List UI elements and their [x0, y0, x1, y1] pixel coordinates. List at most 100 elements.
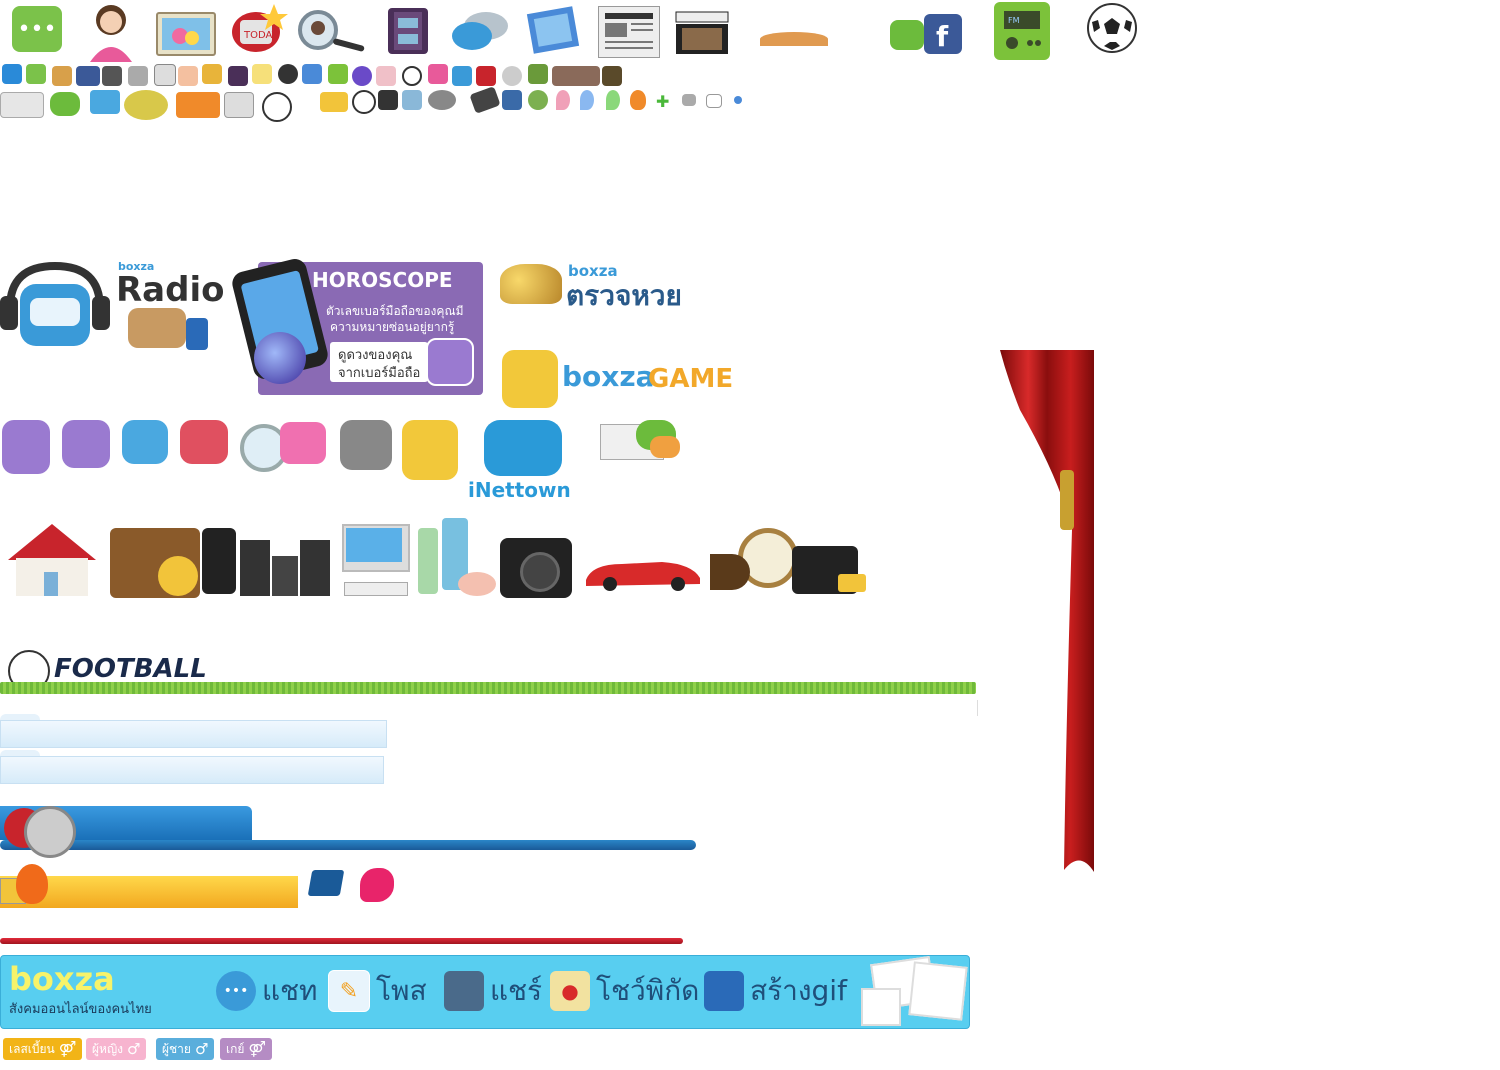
- film-clap-mini-icon[interactable]: [307, 870, 345, 896]
- briefcase-icon[interactable]: [792, 538, 868, 598]
- dot-icon[interactable]: [734, 96, 742, 104]
- filter-lesbian[interactable]: เลสเบี้ยน ⚤: [3, 1038, 83, 1060]
- plus-icon[interactable]: ✚: [656, 92, 669, 111]
- film-small-icon[interactable]: [102, 66, 122, 86]
- boxza-b-icon[interactable]: [2, 64, 22, 84]
- boxza-mini-robot-icon[interactable]: [90, 90, 120, 114]
- frame-small-icon[interactable]: [302, 64, 322, 84]
- search-people-icon[interactable]: [296, 8, 370, 54]
- sms-small-icon[interactable]: [26, 64, 46, 84]
- users-icon[interactable]: [502, 90, 522, 110]
- couple-small-icon[interactable]: [178, 66, 198, 86]
- computer-icon[interactable]: [402, 90, 422, 110]
- envelope-small-icon[interactable]: [376, 66, 396, 86]
- news-star-mini-icon[interactable]: [320, 92, 348, 112]
- pin-pink-icon[interactable]: [556, 90, 570, 110]
- alien-icon[interactable]: [528, 90, 548, 110]
- electronics-icon[interactable]: [202, 526, 338, 598]
- robot-movie-icon[interactable]: [340, 420, 392, 470]
- shop-small-icon[interactable]: [52, 66, 72, 86]
- film-diag-icon[interactable]: [469, 86, 501, 114]
- boxza-logo[interactable]: boxza: [9, 960, 115, 998]
- tv-small-icon[interactable]: [476, 66, 496, 86]
- tv-today-icon[interactable]: TODAY: [228, 2, 290, 58]
- chat-bubbles-icon[interactable]: [450, 8, 510, 54]
- robot-photos-icon[interactable]: [2, 420, 50, 474]
- news-paper-icon[interactable]: [224, 92, 254, 118]
- ball-mini-2-icon[interactable]: [352, 90, 376, 114]
- nav-share[interactable]: แชร์: [444, 968, 542, 1014]
- chat-pair-icon[interactable]: [50, 92, 80, 116]
- news-fire-icon[interactable]: [176, 92, 220, 118]
- ball-small-icon[interactable]: [402, 66, 422, 86]
- gamepad-icon[interactable]: [378, 90, 398, 110]
- woman-avatar-icon[interactable]: [86, 0, 136, 62]
- news-star-icon[interactable]: [0, 92, 44, 118]
- reel-icon[interactable]: [124, 90, 168, 120]
- pin-green-icon[interactable]: [606, 90, 620, 110]
- stack-small-icon[interactable]: [528, 64, 548, 84]
- person-small-icon[interactable]: [428, 64, 448, 84]
- filter-women[interactable]: ผู้หญิง ♂: [86, 1038, 147, 1060]
- robot-yellow-icon[interactable]: [402, 420, 458, 480]
- magnifier-robot-icon[interactable]: [240, 420, 330, 472]
- camera-icon[interactable]: [500, 538, 572, 598]
- radio-small-icon[interactable]: [328, 64, 348, 84]
- robot-chat-icon[interactable]: [180, 420, 228, 464]
- reel-mini-icon[interactable]: [428, 90, 456, 110]
- facebook-small-icon[interactable]: [76, 66, 100, 86]
- nav-post[interactable]: ✎ โพส: [328, 968, 427, 1014]
- chat-small-icon[interactable]: [452, 66, 472, 86]
- fm-radio-icon[interactable]: FM: [994, 2, 1050, 60]
- sms-icon[interactable]: •••: [12, 6, 62, 52]
- content-tab-1[interactable]: [0, 714, 387, 748]
- orange-glow-decor: [760, 32, 828, 46]
- horoscope-cta-box[interactable]: ดูดวงของคุณ จากเบอร์มือถือ: [330, 342, 428, 382]
- house-icon[interactable]: [0, 520, 104, 600]
- filter-gay[interactable]: เกย์ ⚤: [220, 1038, 273, 1060]
- photos-icon[interactable]: [156, 12, 216, 56]
- robot-film-icon[interactable]: [62, 420, 110, 468]
- picture-frame-icon[interactable]: [526, 4, 586, 58]
- game-title: GAME: [648, 364, 734, 394]
- cosmetics-icon[interactable]: [414, 516, 498, 600]
- clapperboard-icon[interactable]: [674, 6, 730, 56]
- pin-blue-icon[interactable]: [580, 90, 594, 110]
- nav-show-location[interactable]: ● โชว์พิกัด: [550, 968, 699, 1014]
- robot-money-icon[interactable]: [122, 420, 168, 464]
- cd-small-icon[interactable]: [502, 66, 522, 86]
- grass-strip: [0, 682, 976, 694]
- sign-small-icon[interactable]: [154, 64, 176, 86]
- antiques-icon[interactable]: [710, 520, 798, 596]
- printer-small-icon[interactable]: [128, 66, 148, 86]
- filmstrip-small-icon[interactable]: [228, 66, 248, 86]
- thumb-icon[interactable]: [682, 94, 696, 106]
- svg-text:FM: FM: [1008, 16, 1020, 25]
- coins-small-icon[interactable]: [202, 64, 222, 84]
- ball-mini-icon[interactable]: [262, 92, 292, 122]
- radio-banner[interactable]: boxza Radio: [0, 258, 224, 358]
- lottery-banner[interactable]: boxza ตรวจหวย: [500, 260, 700, 312]
- fire-mini-icon[interactable]: [630, 90, 646, 110]
- inettown-logo[interactable]: iNettown: [468, 420, 580, 502]
- computer-desktop-icon[interactable]: [340, 524, 410, 596]
- filter-men[interactable]: ผู้ชาย ♂: [156, 1038, 215, 1060]
- content-tab-2[interactable]: [0, 750, 384, 784]
- red-car-icon[interactable]: [582, 556, 704, 592]
- note-small-icon[interactable]: [252, 64, 272, 84]
- group-small-icon[interactable]: [552, 66, 600, 86]
- nav-chat[interactable]: ••• แชท: [216, 968, 318, 1014]
- speech-mini-icon[interactable]: [706, 94, 722, 108]
- planet-small-icon[interactable]: [352, 66, 372, 86]
- horoscope-banner[interactable]: HOROSCOPE ตัวเลขเบอร์มือถือของคุณมี ความ…: [229, 256, 483, 395]
- game-banner[interactable]: boxza GAME: [500, 348, 736, 412]
- soccer-ball-icon[interactable]: [1086, 2, 1138, 54]
- pink-silhouette-icon[interactable]: [360, 868, 394, 902]
- news-chat-icon[interactable]: [600, 420, 680, 462]
- car-small-icon[interactable]: [602, 66, 622, 86]
- film-strip-icon[interactable]: [388, 8, 428, 54]
- disc-small-icon[interactable]: [278, 64, 298, 84]
- nav-create-gif[interactable]: สร้างgif: [704, 968, 847, 1014]
- boxza-facebook-icon[interactable]: f: [890, 14, 966, 54]
- newspaper-icon[interactable]: [598, 6, 660, 58]
